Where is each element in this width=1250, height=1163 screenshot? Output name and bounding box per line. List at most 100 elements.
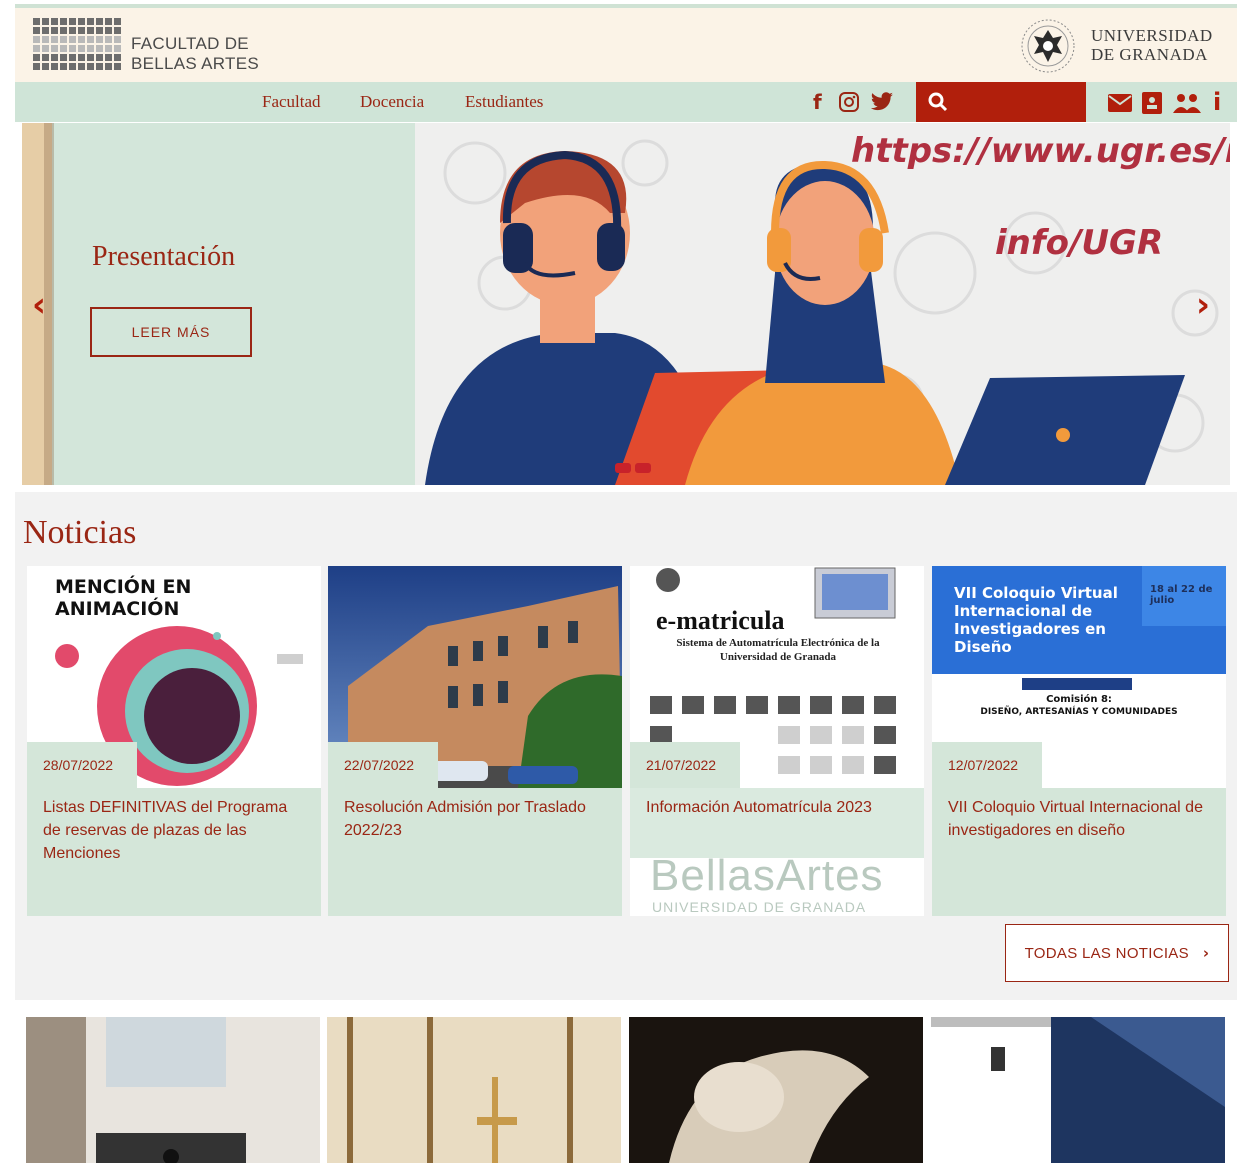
all-news-button[interactable]: TODAS LAS NOTICIAS › <box>1005 924 1229 982</box>
faculty-logo-cell <box>42 45 49 52</box>
news-card[interactable]: VII Coloquio Virtual Internacional de In… <box>932 566 1226 916</box>
faculty-logo-cell <box>96 54 103 61</box>
search-icon <box>928 92 948 112</box>
faculty-logo-cell <box>42 54 49 61</box>
nav-item-docencia[interactable]: Docencia <box>360 92 424 112</box>
faculty-logo-cell <box>60 27 67 34</box>
gallery-tile[interactable] <box>26 1017 320 1163</box>
faculty-logo-cell <box>78 45 85 52</box>
info-icon[interactable]: i <box>1213 88 1221 116</box>
gallery-tile[interactable] <box>931 1017 1225 1163</box>
faculty-logo-cell <box>69 54 76 61</box>
faculty-logo-cell <box>51 63 58 70</box>
faculty-name[interactable]: FACULTAD DE BELLAS ARTES <box>131 34 259 74</box>
news-card-image-session: Comisión 8: <box>1046 694 1112 705</box>
hero-next-arrow-icon[interactable]: › <box>1196 285 1210 325</box>
news-card[interactable]: e-matricula Sistema de Automatrícula Ele… <box>630 566 924 916</box>
users-icon[interactable] <box>1173 93 1201 113</box>
faculty-logo-cell <box>78 18 85 25</box>
faculty-logo-cell <box>78 63 85 70</box>
gallery-tile[interactable] <box>629 1017 923 1163</box>
facebook-icon[interactable]: f <box>813 90 822 114</box>
faculty-logo-cell <box>96 63 103 70</box>
gallery-tile[interactable] <box>327 1017 621 1163</box>
search-button[interactable] <box>916 82 1086 122</box>
faculty-logo-cell <box>87 36 94 43</box>
faculty-logo-cell <box>51 54 58 61</box>
faculty-logo-cell <box>69 18 76 25</box>
faculty-logo-cell <box>60 36 67 43</box>
news-card-date: 28/07/2022 <box>27 742 137 788</box>
university-name-line1: UNIVERSIDAD <box>1091 26 1213 45</box>
faculty-logo-cell <box>87 18 94 25</box>
university-name-line2: DE GRANADA <box>1091 45 1208 64</box>
faculty-logo-cell <box>114 18 121 25</box>
news-card-image-caption: VII Coloquio Virtual Internacional de In… <box>954 584 1118 656</box>
chevron-right-icon: › <box>1202 944 1210 962</box>
faculty-logo-cell <box>114 27 121 34</box>
faculty-logo-cell <box>51 45 58 52</box>
directory-icon[interactable] <box>1142 92 1162 114</box>
faculty-logo-cell <box>114 63 121 70</box>
faculty-logo[interactable] <box>33 18 121 70</box>
faculty-logo-cell <box>42 36 49 43</box>
faculty-logo-cell <box>33 45 40 52</box>
faculty-logo-cell <box>78 54 85 61</box>
faculty-logo-cell <box>69 63 76 70</box>
faculty-logo-cell <box>78 27 85 34</box>
news-card-watermark-sub: UNIVERSIDAD DE GRANADA <box>652 899 867 915</box>
faculty-logo-cell <box>51 18 58 25</box>
faculty-logo-cell <box>105 18 112 25</box>
faculty-logo-cell <box>96 45 103 52</box>
leer-mas-button[interactable]: LEER MÁS <box>90 307 252 357</box>
news-card[interactable]: 22/07/2022 Resolución Admisión por Trasl… <box>328 566 622 916</box>
faculty-logo-cell <box>60 54 67 61</box>
faculty-logo-cell <box>105 54 112 61</box>
news-card-date: 21/07/2022 <box>630 742 740 788</box>
hero-title: Presentación <box>92 241 236 272</box>
faculty-logo-cell <box>51 36 58 43</box>
faculty-logo-cell <box>60 63 67 70</box>
news-card-watermark: BellasArtes <box>650 851 884 900</box>
faculty-logo-cell <box>33 27 40 34</box>
hero-prev-arrow-icon[interactable]: ‹ <box>32 285 46 325</box>
faculty-logo-cell <box>33 36 40 43</box>
faculty-logo-cell <box>42 18 49 25</box>
mail-icon[interactable] <box>1108 94 1132 112</box>
faculty-logo-cell <box>42 27 49 34</box>
news-card-image-caption: MENCIÓN EN ANIMACIÓN <box>55 576 192 620</box>
faculty-logo-cell <box>33 54 40 61</box>
news-card-image-session-title: DISEÑO, ARTESANÍAS Y COMUNIDADES <box>980 707 1178 717</box>
news-card-image-dates: 18 al 22 de julio <box>1150 584 1213 606</box>
faculty-logo-cell <box>105 36 112 43</box>
support-agents-illustration <box>425 139 1219 485</box>
university-name[interactable]: UNIVERSIDAD DE GRANADA <box>1091 26 1213 64</box>
news-card-image-subtitle: Sistema de Automatrícula Electrónica de … <box>676 637 880 663</box>
site-header: FACULTAD DE BELLAS ARTES UNIVERSIDAD DE … <box>15 8 1237 82</box>
faculty-name-line2: BELLAS ARTES <box>131 54 260 73</box>
news-card-date: 12/07/2022 <box>932 742 1042 788</box>
faculty-logo-cell <box>60 18 67 25</box>
faculty-logo-cell <box>114 54 121 61</box>
instagram-icon[interactable] <box>838 91 860 113</box>
news-card-title: Información Automatrícula 2023 <box>630 788 924 858</box>
faculty-logo-cell <box>69 36 76 43</box>
faculty-logo-cell <box>105 63 112 70</box>
faculty-name-line1: FACULTAD DE <box>131 34 249 53</box>
news-card-date: 22/07/2022 <box>328 742 438 788</box>
news-section: Noticias MENCIÓN EN ANIMACIÓN 28/07/2022… <box>15 492 1237 1000</box>
nav-item-facultad[interactable]: Facultad <box>262 92 321 112</box>
university-seal-icon[interactable] <box>1020 18 1076 74</box>
faculty-logo-cell <box>42 63 49 70</box>
faculty-logo-cell <box>96 18 103 25</box>
news-card-title: Listas DEFINITIVAS del Programa de reser… <box>27 788 321 916</box>
news-card-title: VII Coloquio Virtual Internacional de in… <box>932 788 1226 916</box>
faculty-logo-cell <box>105 27 112 34</box>
faculty-logo-cell <box>60 45 67 52</box>
twitter-icon[interactable] <box>870 92 894 112</box>
hero-illustration: https://www.ugr.es/inf info/UGR <box>415 123 1230 485</box>
news-card[interactable]: MENCIÓN EN ANIMACIÓN 28/07/2022 Listas D… <box>27 566 321 916</box>
faculty-logo-cell <box>87 45 94 52</box>
nav-item-estudiantes[interactable]: Estudiantes <box>465 92 543 112</box>
faculty-logo-cell <box>33 63 40 70</box>
